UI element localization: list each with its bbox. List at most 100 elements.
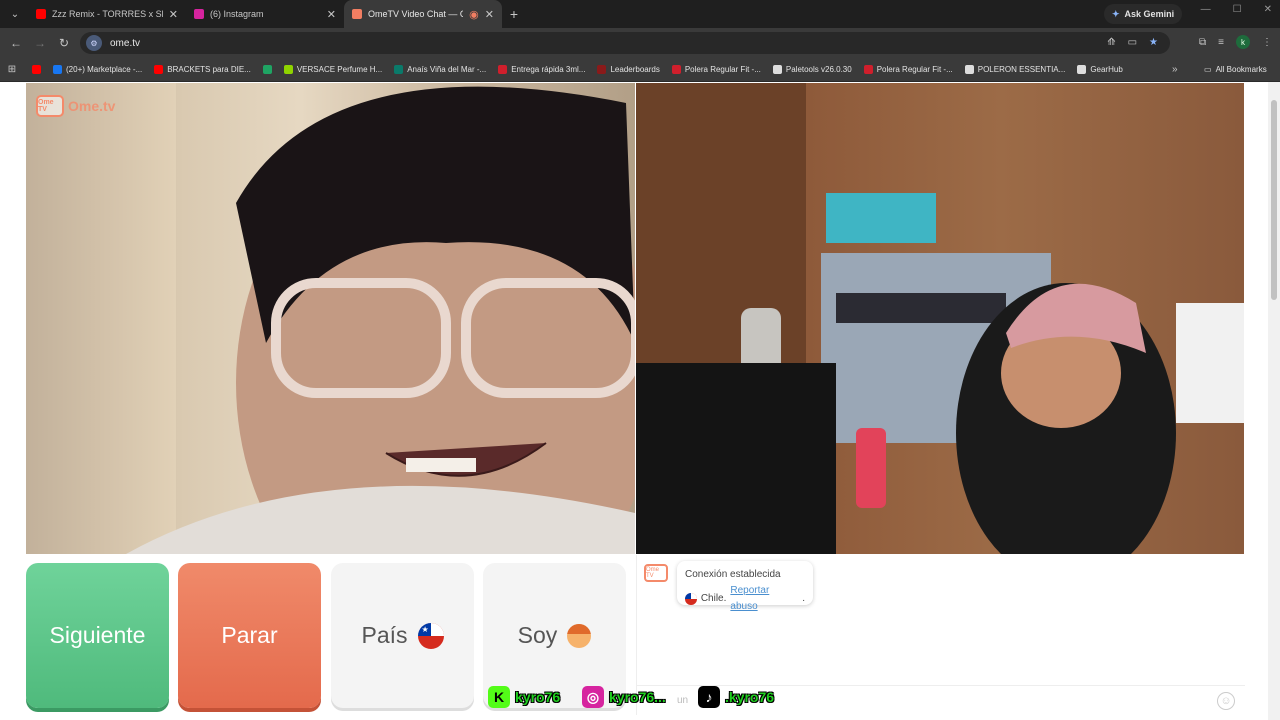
scrollbar[interactable] <box>1268 82 1280 720</box>
tab-youtube[interactable]: Zzz Remix - TORRRES x Slayter ✕ <box>28 0 186 28</box>
bookmark-label: Anaís Viña del Mar -... <box>407 65 487 74</box>
cast-icon[interactable]: ▭ <box>1128 37 1137 48</box>
bookmark-item[interactable]: Paletools v26.0.30 <box>772 65 852 74</box>
country-button[interactable]: País ★ <box>331 563 474 708</box>
bookmark-item[interactable] <box>32 65 41 74</box>
bookmark-favicon-icon <box>597 65 607 74</box>
bookmark-favicon-icon <box>671 65 681 74</box>
scrollbar-thumb[interactable] <box>1271 100 1277 300</box>
bookmark-favicon-icon <box>863 65 873 74</box>
bookmark-label: BRACKETS para DIE... <box>167 65 251 74</box>
self-video <box>636 83 1244 554</box>
stranger-country: Chile. <box>700 593 727 604</box>
close-tab-icon[interactable]: ✕ <box>327 8 336 21</box>
bookmark-item[interactable]: (20+) Marketplace -... <box>53 65 142 74</box>
address-bar-actions: ⟰ ▭ ★ <box>1107 37 1158 48</box>
gemini-icon: ✦ <box>1112 8 1120 19</box>
bookmark-item[interactable]: POLERON ESSENTIA... <box>964 65 1066 74</box>
back-icon[interactable]: ← <box>4 36 28 50</box>
instagram-handle: kyro76... <box>609 689 666 705</box>
bookmark-label: Paletools v26.0.30 <box>785 65 852 74</box>
bookmarks-list: (20+) Marketplace -... BRACKETS para DIE.… <box>32 65 1135 74</box>
bookmark-item[interactable]: Entrega rápida 3ml... <box>498 65 585 74</box>
ask-gemini-label: Ask Gemini <box>1124 9 1175 19</box>
country-label: País <box>361 622 408 648</box>
bookmark-favicon-icon <box>32 65 41 74</box>
social-tiktok: ♪ .kyro76 <box>698 686 774 708</box>
bookmark-item[interactable]: VERSACE Perfume H... <box>283 65 382 74</box>
stop-button[interactable]: Parar <box>178 563 321 708</box>
tiktok-handle: .kyro76 <box>725 689 775 705</box>
bookmark-favicon-icon <box>283 65 293 74</box>
bookmark-label: (20+) Marketplace -... <box>66 65 143 74</box>
close-tab-icon[interactable]: ✕ <box>485 8 494 21</box>
bookmark-favicon-icon <box>1077 65 1087 74</box>
next-label: Siguiente <box>49 622 146 648</box>
bookmark-item[interactable]: BRACKETS para DIE... <box>154 65 251 74</box>
stop-label: Parar <box>221 622 278 648</box>
minimize-icon[interactable]: — <box>1201 4 1211 15</box>
ometv-tv-icon: Ome TV <box>644 564 668 582</box>
menu-icon[interactable]: ⋮ <box>1262 37 1272 48</box>
bookmark-item[interactable] <box>262 65 272 74</box>
close-window-icon[interactable]: ✕ <box>1264 4 1272 15</box>
ometv-logo: Ome TV Ome.tv <box>36 95 115 117</box>
bookmark-item[interactable]: Leaderboards <box>597 65 660 74</box>
chile-flag-icon <box>685 593 697 605</box>
tiktok-icon: ♪ <box>698 686 720 708</box>
reload-icon[interactable]: ↻ <box>52 36 76 50</box>
bookmark-favicon-icon <box>53 65 62 74</box>
connection-status: Conexión establecida <box>685 569 781 580</box>
bookmark-favicon-icon <box>498 65 508 74</box>
url-text[interactable]: ome.tv <box>110 38 140 49</box>
boy-emoji-icon <box>567 623 592 648</box>
all-bookmarks-label: All Bookmarks <box>1215 65 1267 74</box>
maximize-icon[interactable]: ☐ <box>1233 4 1242 15</box>
bookmark-label: GearHub <box>1090 65 1123 74</box>
chat-input-placeholder: un <box>677 695 689 706</box>
forward-icon[interactable]: → <box>28 36 52 50</box>
bookmark-item[interactable]: Anaís Viña del Mar -... <box>394 65 486 74</box>
next-button[interactable]: Siguiente <box>26 563 169 708</box>
extensions-icon[interactable]: ⧉ <box>1199 37 1206 48</box>
bookmark-star-icon[interactable]: ★ <box>1149 37 1158 48</box>
ask-gemini-button[interactable]: ✦ Ask Gemini <box>1104 4 1183 24</box>
site-info-icon[interactable]: ⚙ <box>86 35 102 51</box>
bookmark-item[interactable]: Polera Regular Fit -... <box>863 65 953 74</box>
ometv-logo-text: Ome.tv <box>68 98 116 114</box>
tab-label: (6) Instagram <box>210 9 264 19</box>
translate-icon[interactable]: ⟰ <box>1107 37 1115 48</box>
instagram-icon <box>194 9 204 19</box>
close-tab-icon[interactable]: ✕ <box>169 8 178 21</box>
stranger-video-frame <box>26 83 635 554</box>
address-bar[interactable]: ⚙ ome.tv ⟰ ▭ ★ <box>80 32 1170 54</box>
more-bookmarks-icon[interactable]: » <box>1172 64 1178 75</box>
emoji-icon[interactable]: ☺ <box>1217 692 1235 710</box>
bookmark-label: Leaderboards <box>610 65 660 74</box>
new-tab-button[interactable]: + <box>502 6 526 22</box>
tab-search-icon[interactable]: ⌄ <box>2 3 28 25</box>
recording-icon: ◉ <box>469 8 479 21</box>
folder-icon: ▭ <box>1204 65 1212 74</box>
bookmark-item[interactable]: GearHub <box>1077 65 1123 74</box>
stranger-video: Ome TV Ome.tv <box>26 83 635 554</box>
bookmark-label: Polera Regular Fit -... <box>684 65 761 74</box>
apps-grid-icon[interactable]: ⊞ <box>0 64 24 75</box>
report-abuse-link[interactable]: Reportar abuso <box>730 583 798 615</box>
bookmark-label: Entrega rápida 3ml... <box>511 65 586 74</box>
bookmark-favicon-icon <box>394 65 404 74</box>
tab-strip: ⌄ Zzz Remix - TORRRES x Slayter ✕ (6) In… <box>0 0 1280 28</box>
ometv-icon <box>352 9 362 19</box>
bookmark-label: Polera Regular Fit -... <box>876 65 953 74</box>
tab-label: Zzz Remix - TORRRES x Slayter <box>52 9 163 19</box>
bookmark-favicon-icon <box>772 65 782 74</box>
bookmark-item[interactable]: Polera Regular Fit -... <box>671 65 761 74</box>
all-bookmarks-button[interactable]: ▭ All Bookmarks <box>1204 65 1267 74</box>
bookmark-favicon-icon <box>262 65 272 74</box>
bookmark-label: POLERON ESSENTIA... <box>977 65 1066 74</box>
kick-handle: kyro76 <box>515 689 561 705</box>
tab-ometv[interactable]: OmeTV Video Chat — Ome ◉ ✕ <box>344 0 502 28</box>
reading-list-icon[interactable]: ≡ <box>1218 37 1224 48</box>
profile-avatar[interactable]: k <box>1236 35 1250 49</box>
tab-instagram[interactable]: (6) Instagram ✕ <box>186 0 344 28</box>
